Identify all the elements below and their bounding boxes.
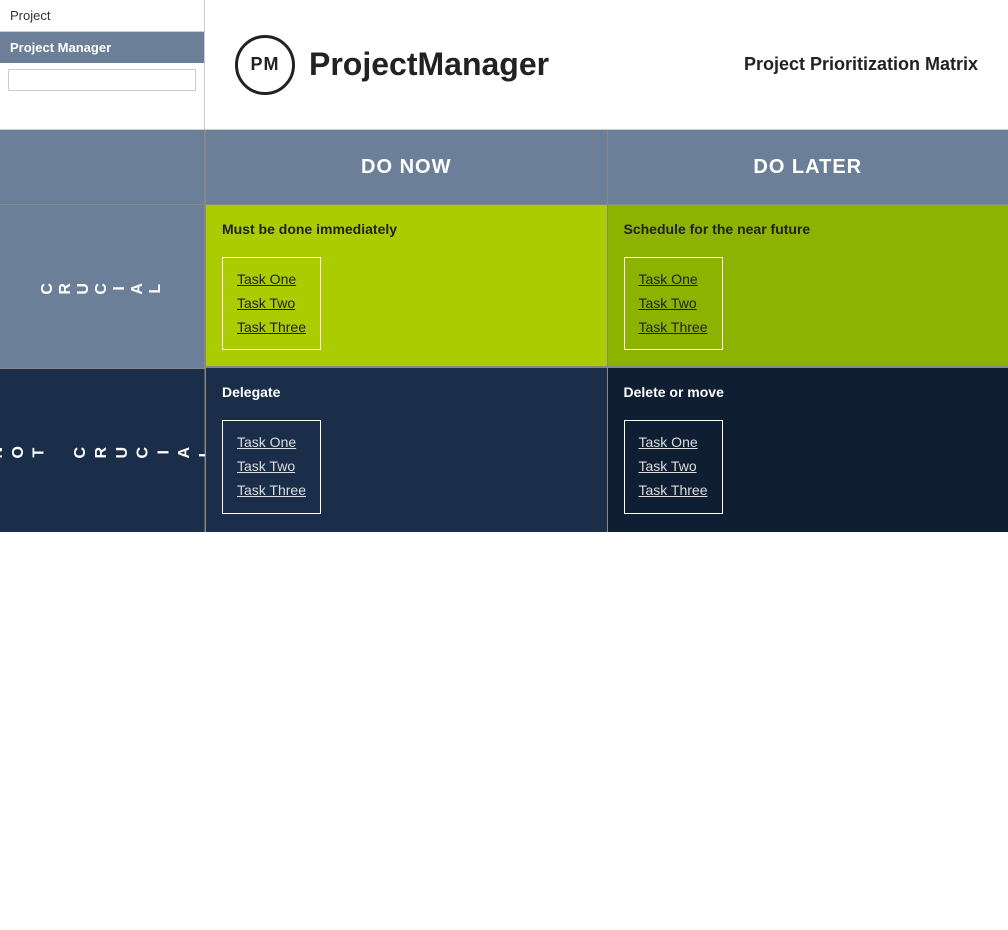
header-right: PM ProjectManager Project Prioritization… xyxy=(205,0,1008,129)
q2-task-2: Task Two xyxy=(639,292,708,316)
q3-task-3: Task Three xyxy=(237,479,306,503)
sidebar-spacer xyxy=(0,130,205,205)
col-header-do-later: DO LATER xyxy=(607,130,1008,205)
q4-task-1: Task One xyxy=(639,431,708,455)
q1-task-box: Task One Task Two Task Three xyxy=(222,257,321,350)
q4-task-3: Task Three xyxy=(639,479,708,503)
q2-task-1: Task One xyxy=(639,268,708,292)
q4-task-box: Task One Task Two Task Three xyxy=(624,420,723,513)
crucial-label: CRUCIAL xyxy=(39,279,165,295)
pm-input[interactable] xyxy=(8,69,196,91)
col-header-do-now: DO NOW xyxy=(205,130,607,205)
project-manager-label: Project Manager xyxy=(0,32,204,63)
q1-task-3: Task Three xyxy=(237,316,306,340)
q3-label: Delegate xyxy=(222,384,591,400)
q1-task-2: Task Two xyxy=(237,292,306,316)
quadrant-do-now-crucial: Must be done immediately Task One Task T… xyxy=(205,205,607,368)
sidebar-not-crucial: NOTCRUCIAL xyxy=(0,369,205,532)
matrix-grid: DO NOW DO LATER Must be done immediately… xyxy=(205,130,1008,532)
page-title: Project Prioritization Matrix xyxy=(744,54,978,75)
q4-label: Delete or move xyxy=(624,384,993,400)
q3-task-1: Task One xyxy=(237,431,306,455)
logo-text: ProjectManager xyxy=(309,46,549,83)
q3-task-2: Task Two xyxy=(237,455,306,479)
q2-task-3: Task Three xyxy=(639,316,708,340)
sidebar-crucial: CRUCIAL xyxy=(0,205,205,369)
quadrant-do-later-crucial: Schedule for the near future Task One Ta… xyxy=(607,205,1008,368)
q3-task-box: Task One Task Two Task Three xyxy=(222,420,321,513)
q2-label: Schedule for the near future xyxy=(624,221,993,237)
quadrant-delete: Delete or move Task One Task Two Task Th… xyxy=(607,368,1008,531)
pm-logo-circle: PM xyxy=(235,35,295,95)
project-label: Project xyxy=(0,0,204,32)
not-crucial-label: NOTCRUCIAL xyxy=(0,443,216,458)
matrix-sidebar: CRUCIAL NOTCRUCIAL xyxy=(0,130,205,532)
logo-area: PM ProjectManager xyxy=(235,35,549,95)
q1-task-1: Task One xyxy=(237,268,306,292)
top-bar: Project Project Manager PM ProjectManage… xyxy=(0,0,1008,130)
quadrant-delegate: Delegate Task One Task Two Task Three xyxy=(205,368,607,531)
q2-task-box: Task One Task Two Task Three xyxy=(624,257,723,350)
matrix-container: CRUCIAL NOTCRUCIAL DO NOW DO LATER Must … xyxy=(0,130,1008,532)
q1-label: Must be done immediately xyxy=(222,221,591,237)
q4-task-2: Task Two xyxy=(639,455,708,479)
sidebar-top: Project Project Manager xyxy=(0,0,205,129)
